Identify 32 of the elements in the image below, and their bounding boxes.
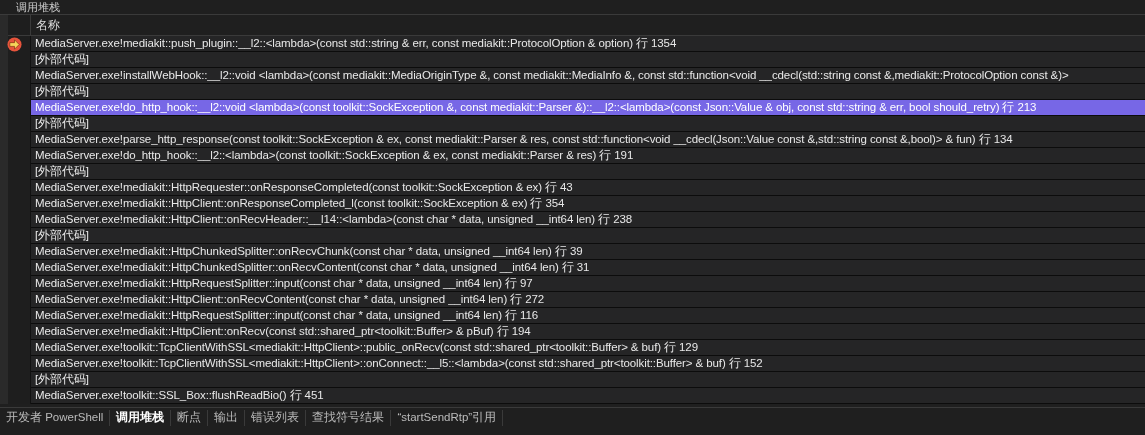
panel-tab[interactable]: 错误列表 [245,409,307,426]
stack-frame[interactable]: MediaServer.exe!mediakit::HttpClient::onRecvHeader::__l14::<lambda>(const char * data, unsigned __int64 len) 行 238 [31,212,1145,228]
stack-frame[interactable]: MediaServer.exe!mediakit::HttpChunkedSplitter::onRecvContent(const char * data, unsigned __int64 len) 行 31 [31,260,1145,276]
stack-frame[interactable]: MediaServer.exe!mediakit::HttpRequestSplitter::input(const char * data, unsigned __int64 len) 行 97 [31,276,1145,292]
panel-tab[interactable]: 开发者 PowerShell [0,409,111,426]
panel-tab[interactable]: 输出 [208,409,246,426]
panel-tab[interactable]: 查找符号结果 [306,409,392,426]
stack-frame[interactable]: [外部代码] [31,228,1145,244]
stack-frame[interactable]: MediaServer.exe!do_http_hook::__l2::void <lambda>(const toolkit::SockException &, const mediakit::Parser &)::__l2::<lambda>(const Json::Value & obj, const std::string & err, bool should_retry) 行 213 [31,100,1145,116]
stack-frame[interactable]: [外部代码] [31,372,1145,388]
stack-frame[interactable]: MediaServer.exe!toolkit::TcpClientWithSSL<mediakit::HttpClient>::onConnect::__l5::<lambda>(const std::shared_ptr<toolkit::Buffer> & buf) 行 152 [31,356,1145,372]
stack-frame[interactable]: MediaServer.exe!mediakit::HttpClient::onRecv(const std::shared_ptr<toolkit::Buffer> & pBuf) 行 194 [31,324,1145,340]
stack-frame[interactable]: MediaServer.exe!toolkit::TcpClientWithSSL<mediakit::HttpClient>::public_onRecv(const std::shared_ptr<toolkit::Buffer> & buf) 行 129 [31,340,1145,356]
panel-tab[interactable]: 调用堆栈 [110,409,172,426]
panel-tab[interactable]: “startSendRtp”引用 [391,409,504,426]
stack-frame[interactable]: MediaServer.exe!mediakit::HttpRequestSplitter::input(const char * data, unsigned __int64 len) 行 116 [31,308,1145,324]
stack-frame[interactable]: [外部代码] [31,116,1145,132]
stack-frame[interactable]: MediaServer.exe!toolkit::SSL_Box::flushReadBio() 行 451 [31,388,1145,404]
stack-frame[interactable]: MediaServer.exe!mediakit::push_plugin::__l2::<lambda>(const std::string & err, const mediakit::ProtocolOption & option) 行 1354 [31,36,1145,52]
stack-frame[interactable]: MediaServer.exe!parse_http_response(const toolkit::SockException & ex, const mediakit::Parser & res, const std::function<void __cdecl(Json::Value const &,std::string const &,bool)> & fun) 行 134 [31,132,1145,148]
stack-frame[interactable]: [外部代码] [31,164,1145,180]
stack-frame[interactable]: MediaServer.exe!mediakit::HttpChunkedSplitter::onRecvChunk(const char * data, unsigned __int64 len) 行 39 [31,244,1145,260]
panel-tab[interactable]: 断点 [171,409,209,426]
stack-frame[interactable]: MediaServer.exe!installWebHook::__l2::void <lambda>(const mediakit::MediaOriginType &, const mediakit::MediaInfo &, const std::function<void __cdecl(std::string const &,mediakit::ProtocolOption const &)> [31,68,1145,84]
stack-frame[interactable]: MediaServer.exe!mediakit::HttpClient::onRecvContent(const char * data, unsigned __int64 len) 行 272 [31,292,1145,308]
stack-frame[interactable]: [外部代码] [31,84,1145,100]
stack-frame[interactable]: MediaServer.exe!mediakit::HttpRequester::onResponseCompleted(const toolkit::SockException & ex) 行 43 [31,180,1145,196]
stack-frame[interactable]: MediaServer.exe!mediakit::HttpClient::onResponseCompleted_l(const toolkit::SockException & ex) 行 354 [31,196,1145,212]
panel-title: 调用堆栈 [15,0,61,14]
stack-frame[interactable]: [外部代码] [31,52,1145,68]
stack-frame[interactable]: MediaServer.exe!do_http_hook::__l2::<lambda>(const toolkit::SockException & ex, const mediakit::Parser & res) 行 191 [31,148,1145,164]
column-header[interactable]: 名称 [31,15,60,35]
